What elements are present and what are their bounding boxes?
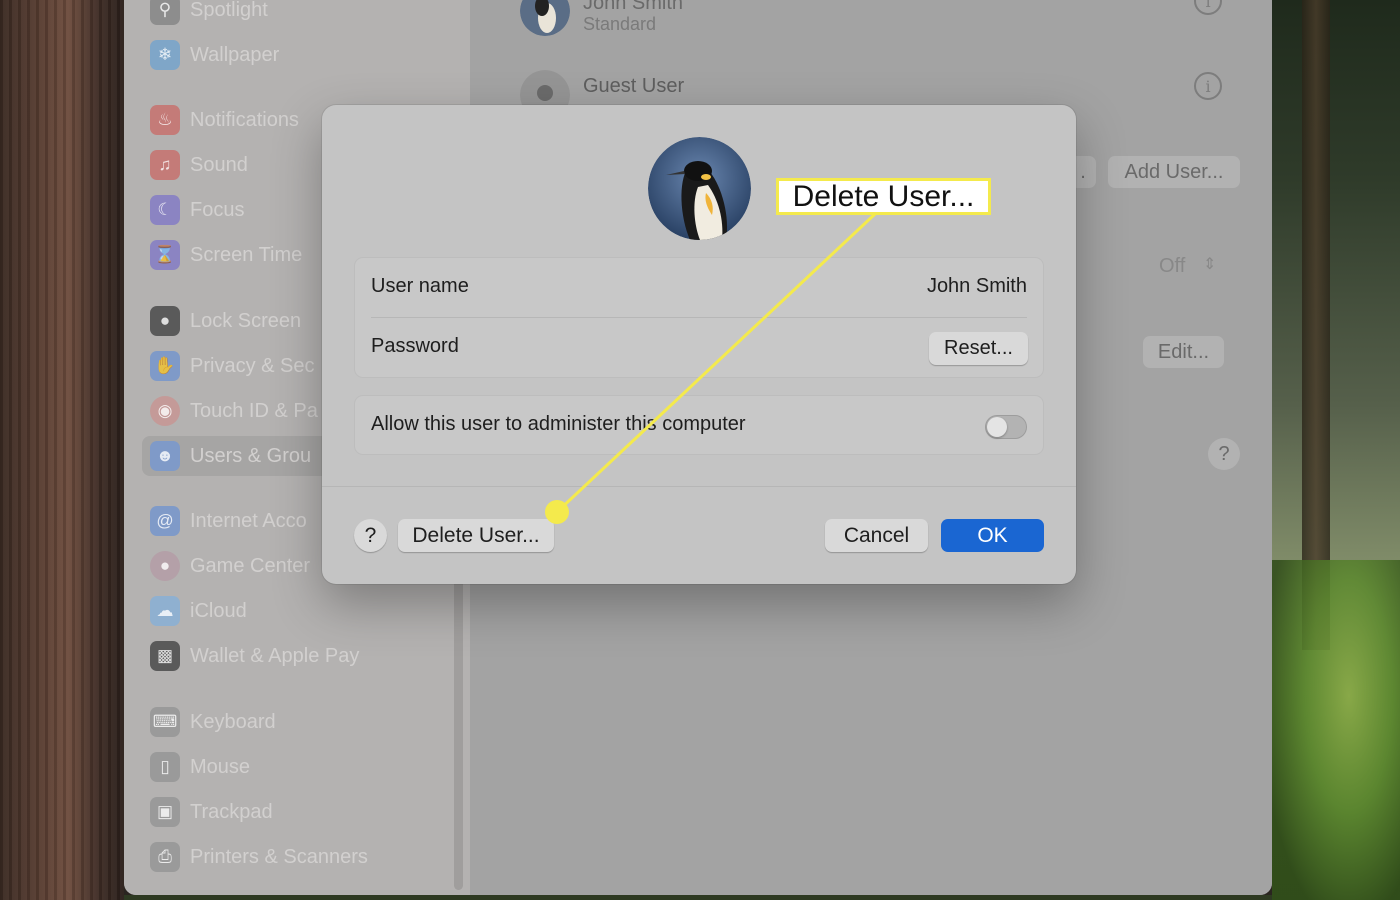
current-user-avatar — [520, 0, 570, 36]
delete-user-button[interactable]: Delete User... — [398, 519, 554, 552]
sidebar-item-trackpad[interactable]: ▣ Trackpad — [150, 796, 273, 828]
username-value[interactable]: John Smith — [927, 275, 1027, 298]
pane-help-button[interactable]: ? — [1208, 438, 1240, 470]
fingerprint-icon: ◉ — [150, 396, 180, 426]
speaker-icon: ♫ — [150, 150, 180, 180]
trackpad-icon: ▣ — [150, 797, 180, 827]
search-icon: ⚲ — [150, 0, 180, 25]
lock-icon: ● — [150, 306, 180, 336]
sidebar-item-sound[interactable]: ♫ Sound — [150, 149, 248, 181]
sidebar-item-focus[interactable]: ☾ Focus — [150, 194, 244, 226]
at-icon: @ — [150, 506, 180, 536]
sidebar-item-wallet[interactable]: ▩ Wallet & Apple Pay — [150, 640, 359, 672]
sidebar-item-internet-accounts[interactable]: @ Internet Acco — [150, 505, 307, 537]
user-avatar-penguin[interactable] — [648, 137, 751, 240]
moon-icon: ☾ — [150, 195, 180, 225]
cloud-icon: ☁ — [150, 596, 180, 626]
wallet-icon: ▩ — [150, 641, 180, 671]
auto-login-value[interactable]: Off — [1159, 255, 1185, 278]
password-row: Password Reset... — [355, 318, 1043, 377]
footer-divider — [322, 486, 1076, 487]
edit-user-dialog: User name John Smith Password Reset... A… — [322, 105, 1076, 584]
sidebar-item-users-groups[interactable]: ☻ Users & Grou — [150, 440, 311, 472]
admin-row: Allow this user to administer this compu… — [355, 396, 1043, 454]
admin-toggle[interactable] — [985, 415, 1027, 439]
sidebar-item-notifications[interactable]: ♨ Notifications — [150, 104, 299, 136]
current-user-role: Standard — [583, 14, 657, 34]
sidebar-item-screen-time[interactable]: ⌛ Screen Time — [150, 239, 302, 271]
toggle-knob — [987, 417, 1007, 437]
cancel-button[interactable]: Cancel — [825, 519, 928, 552]
add-user-button[interactable]: Add User... — [1108, 156, 1240, 188]
admin-group: Allow this user to administer this compu… — [354, 395, 1044, 455]
mouse-icon: ▯ — [150, 752, 180, 782]
sidebar-item-touch-id[interactable]: ◉ Touch ID & Pa — [150, 395, 318, 427]
username-label: User name — [371, 275, 469, 297]
annotation-callout: Delete User... — [776, 178, 991, 215]
keyboard-icon: ⌨ — [150, 707, 180, 737]
sidebar-item-mouse[interactable]: ▯ Mouse — [150, 751, 250, 783]
desktop-wallpaper-right — [1272, 0, 1400, 900]
edit-button[interactable]: Edit... — [1143, 336, 1224, 368]
sidebar-scrollbar[interactable] — [454, 570, 463, 890]
sidebar-item-spotlight[interactable]: ⚲ Spotlight — [150, 0, 268, 26]
wallpaper-icon: ❄ — [150, 40, 180, 70]
guest-user-label: Guest User — [583, 75, 685, 97]
sidebar-item-wallpaper[interactable]: ❄ Wallpaper — [150, 39, 279, 71]
admin-label: Allow this user to administer this compu… — [371, 413, 746, 435]
sidebar-item-printers[interactable]: ⎙ Printers & Scanners — [150, 841, 368, 873]
chevron-updown-icon[interactable]: ⇕ — [1203, 254, 1216, 274]
hand-icon: ✋ — [150, 351, 180, 381]
current-user-info-icon[interactable]: i — [1194, 0, 1222, 15]
dialog-help-button[interactable]: ? — [354, 519, 387, 552]
ok-button[interactable]: OK — [941, 519, 1044, 552]
desktop-wallpaper-left — [0, 0, 124, 900]
sidebar-item-game-center[interactable]: ● Game Center — [150, 550, 310, 582]
desktop-wallpaper-bottom — [124, 895, 1272, 900]
game-center-icon: ● — [150, 551, 180, 581]
username-row: User name John Smith — [355, 258, 1043, 317]
account-details-group: User name John Smith Password Reset... — [354, 257, 1044, 378]
sidebar-item-keyboard[interactable]: ⌨ Keyboard — [150, 706, 276, 738]
password-label: Password — [371, 335, 459, 357]
sidebar-item-lock-screen[interactable]: ● Lock Screen — [150, 305, 301, 337]
hourglass-icon: ⌛ — [150, 240, 180, 270]
users-icon: ☻ — [150, 441, 180, 471]
sidebar-item-icloud[interactable]: ☁ iCloud — [150, 595, 247, 627]
reset-password-button[interactable]: Reset... — [929, 332, 1028, 365]
current-user-name: John Smith — [583, 0, 684, 14]
sidebar-item-privacy[interactable]: ✋ Privacy & Sec — [150, 350, 314, 382]
bell-icon: ♨ — [150, 105, 180, 135]
guest-user-info-icon[interactable]: i — [1194, 72, 1222, 100]
printer-icon: ⎙ — [150, 842, 180, 872]
